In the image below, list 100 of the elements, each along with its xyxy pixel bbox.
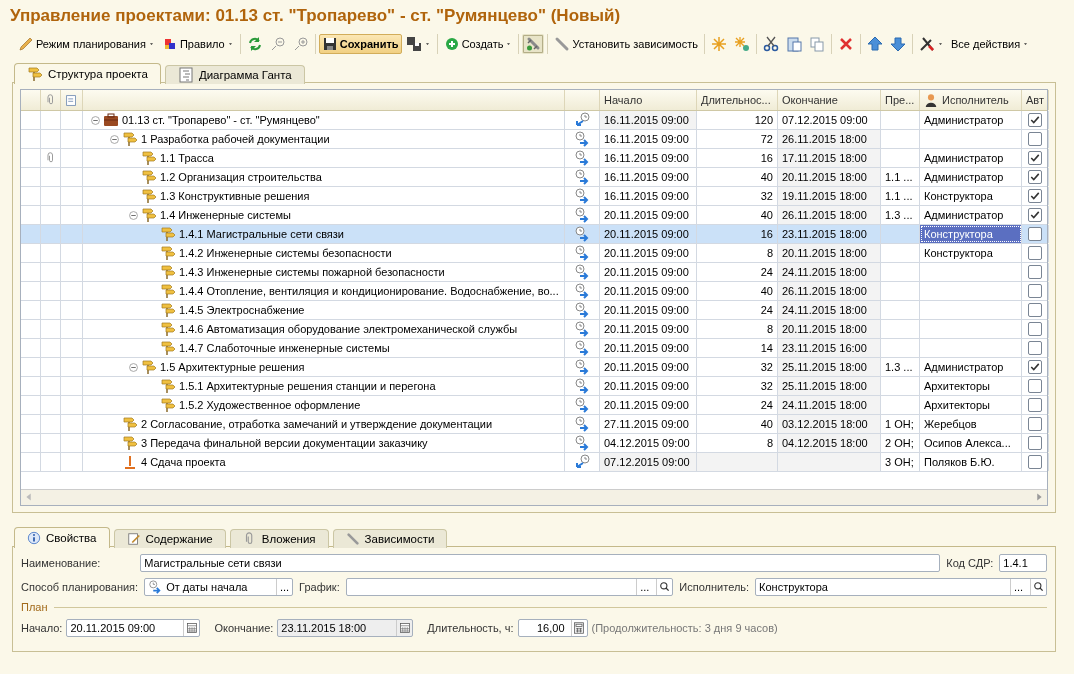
choose-button[interactable]: ...: [636, 578, 653, 595]
plug-button[interactable]: [522, 34, 545, 54]
toolbar-button[interactable]: Установить зависимость: [551, 34, 701, 54]
chart-icon: [177, 67, 194, 83]
checkbox[interactable]: [1028, 208, 1042, 222]
duration-note: (Продолжительность: 3 дня 9 часов): [591, 621, 778, 634]
pencil-icon: [18, 36, 34, 52]
input-field[interactable]: 1.4.1: [999, 553, 1047, 572]
table-row[interactable]: 1.4.6 Автоматизация оборудование электромеханической службы 20.11.2015 09:00 8 20.11.2015 18:00: [21, 320, 1047, 339]
signpost-icon: [160, 226, 176, 242]
signpost-icon: [122, 435, 138, 451]
field-label: Окончание:: [214, 621, 274, 634]
signpost-icon: [160, 378, 176, 394]
collapse-icon[interactable]: [129, 210, 138, 220]
tab[interactable]: Свойства: [14, 527, 110, 548]
document-edit-icon: [126, 532, 141, 546]
up-arrow-icon: [867, 36, 883, 52]
checkbox[interactable]: [1028, 246, 1042, 260]
input-field[interactable]: 16,00: [517, 618, 588, 637]
task-name: 1.4.2 Инженерные системы безопасности: [179, 247, 392, 259]
toolbar-button[interactable]: Все действия: [948, 34, 1033, 54]
checkbox[interactable]: [1028, 113, 1042, 127]
tab[interactable]: Содержание: [113, 529, 226, 548]
checkbox[interactable]: [1028, 189, 1042, 203]
toolbar-button[interactable]: Создать: [440, 34, 516, 54]
checkbox[interactable]: [1028, 398, 1042, 412]
signpost-icon: [141, 207, 157, 223]
choose-button[interactable]: ...: [276, 578, 293, 595]
table-cell: Конструктора: [920, 225, 1022, 243]
checkbox[interactable]: [1028, 379, 1042, 393]
tab[interactable]: Вложения: [229, 529, 329, 548]
person-icon: [924, 93, 938, 107]
table-cell: 20.11.2015 18:00: [778, 168, 881, 186]
checkbox[interactable]: [1028, 360, 1042, 374]
forward-schedule-icon: [148, 579, 163, 594]
table-cell: 3 ОН;: [881, 453, 920, 471]
search-icon[interactable]: [659, 581, 671, 592]
checkbox[interactable]: [1028, 227, 1042, 241]
input-field[interactable]: Конструктора ...: [755, 577, 1047, 596]
table-row[interactable]: 1.4.4 Отопление, вентиляция и кондиционирование. Водоснабжение, во... 20.11.2015 09:00 40 26.11.2015 18:00: [21, 282, 1047, 301]
tab[interactable]: Зависимости: [332, 529, 448, 548]
choose-button[interactable]: ...: [1010, 578, 1026, 595]
table-row[interactable]: 1.4.7 Слаботочные инженерные системы 20.11.2015 09:00 14 23.11.2015 16:00: [21, 339, 1047, 358]
search-icon[interactable]: [1033, 581, 1044, 592]
input-field[interactable]: От даты начала ...: [144, 577, 294, 596]
checkbox[interactable]: [1028, 303, 1042, 317]
table-row[interactable]: 1.1 Трасса 16.11.2015 09:00 16 17.11.2015 18:00 Администратор: [21, 149, 1047, 168]
table-row[interactable]: 1.4.1 Магистральные сети связи 20.11.2015 09:00 16 23.11.2015 18:00 Конструктора: [21, 225, 1047, 244]
table-row[interactable]: 1.4.3 Инженерные системы пожарной безопасности 20.11.2015 09:00 24 24.11.2015 18:00: [21, 263, 1047, 282]
calculator-icon[interactable]: [573, 621, 586, 634]
checkbox[interactable]: [1028, 170, 1042, 184]
table-cell: Администратор: [920, 358, 1022, 376]
table-row[interactable]: 1 Разработка рабочей документации 16.11.2015 09:00 72 26.11.2015 18:00: [21, 130, 1047, 149]
input-field[interactable]: ...: [345, 577, 674, 596]
table-cell: 23.11.2015 16:00: [778, 339, 881, 357]
table-row[interactable]: 4 Сдача проекта 07.12.2015 09:00 3 ОН; Поляков Б.Ю.: [21, 453, 1047, 472]
toolbar-button[interactable]: Сохранить: [318, 34, 402, 54]
scissors-icon: [763, 36, 779, 52]
tab[interactable]: Структура проекта: [14, 63, 161, 84]
signpost-icon: [160, 264, 176, 280]
collapse-icon[interactable]: [129, 362, 138, 372]
table-row[interactable]: 1.3 Конструктивные решения 16.11.2015 09:00 32 19.11.2015 18:00 1.1 ... Конструктора: [21, 187, 1047, 206]
table-row[interactable]: 1.4.2 Инженерные системы безопасности 20.11.2015 09:00 8 20.11.2015 18:00 Конструктора: [21, 244, 1047, 263]
task-name: 4 Сдача проекта: [141, 456, 226, 468]
checkbox[interactable]: [1028, 151, 1042, 165]
checkbox[interactable]: [1028, 322, 1042, 336]
checkbox[interactable]: [1028, 436, 1042, 450]
table-row[interactable]: 1.5.1 Архитектурные решения станции и перегона 20.11.2015 09:00 32 25.11.2015 18:00 Архитекторы: [21, 377, 1047, 396]
down-arrow-icon: [890, 36, 906, 52]
signpost-icon: [141, 150, 157, 166]
table-row[interactable]: 01.13 ст. "Тропарево" - ст. "Румянцево" 16.11.2015 09:00 120 07.12.2015 09:00 Администратор: [21, 111, 1047, 130]
toolbar-button[interactable]: Правило: [158, 34, 237, 54]
collapse-icon[interactable]: [110, 134, 119, 144]
checkbox[interactable]: [1028, 132, 1042, 146]
checkbox[interactable]: [1028, 455, 1042, 469]
column-header: Окончание: [778, 90, 881, 110]
table-cell: 20.11.2015 09:00: [600, 244, 697, 262]
signpost-icon: [160, 283, 176, 299]
add-icon: [443, 36, 460, 52]
checkbox[interactable]: [1028, 284, 1042, 298]
checkbox[interactable]: [1028, 265, 1042, 279]
table-row[interactable]: 1.5.2 Художественное оформление 20.11.2015 09:00 24 24.11.2015 18:00 Архитекторы: [21, 396, 1047, 415]
toolbar-button[interactable]: Режим планирования: [15, 34, 158, 54]
input-field[interactable]: Магистральные сети связи: [140, 553, 941, 572]
calendar-icon[interactable]: [185, 621, 198, 634]
table-row[interactable]: 1.2 Организация строительства 16.11.2015 09:00 40 20.11.2015 18:00 1.1 ... Администратор: [21, 168, 1047, 187]
table-row[interactable]: 1.4.5 Электроснабжение 20.11.2015 09:00 24 24.11.2015 18:00: [21, 301, 1047, 320]
checkbox[interactable]: [1028, 341, 1042, 355]
horizontal-scrollbar[interactable]: [21, 489, 1047, 505]
caret-icon: [937, 42, 944, 46]
checkbox[interactable]: [1028, 417, 1042, 431]
input-field[interactable]: 20.11.2015 09:00: [66, 618, 201, 637]
collapse-icon[interactable]: [91, 115, 100, 125]
task-name: 1.4.3 Инженерные системы пожарной безопасности: [179, 266, 445, 278]
table-row[interactable]: 2 Согласование, отработка замечаний и утверждение документации 27.11.2015 09:00 40 03.12.2015 18:00 1 ОН; Жеребцов: [21, 415, 1047, 434]
table-row[interactable]: 1.5 Архитектурные решения 20.11.2015 09:00 32 25.11.2015 18:00 1.3 ... Администратор: [21, 358, 1047, 377]
table-cell: Осипов Алекса...: [920, 434, 1022, 452]
table-cell: 04.12.2015 09:00: [600, 434, 697, 452]
table-row[interactable]: 3 Передача финальной версии документации заказчику 04.12.2015 09:00 8 04.12.2015 18:00 2 ОН; Осипов Алекса...: [21, 434, 1047, 453]
tab[interactable]: Диаграмма Ганта: [164, 65, 305, 84]
